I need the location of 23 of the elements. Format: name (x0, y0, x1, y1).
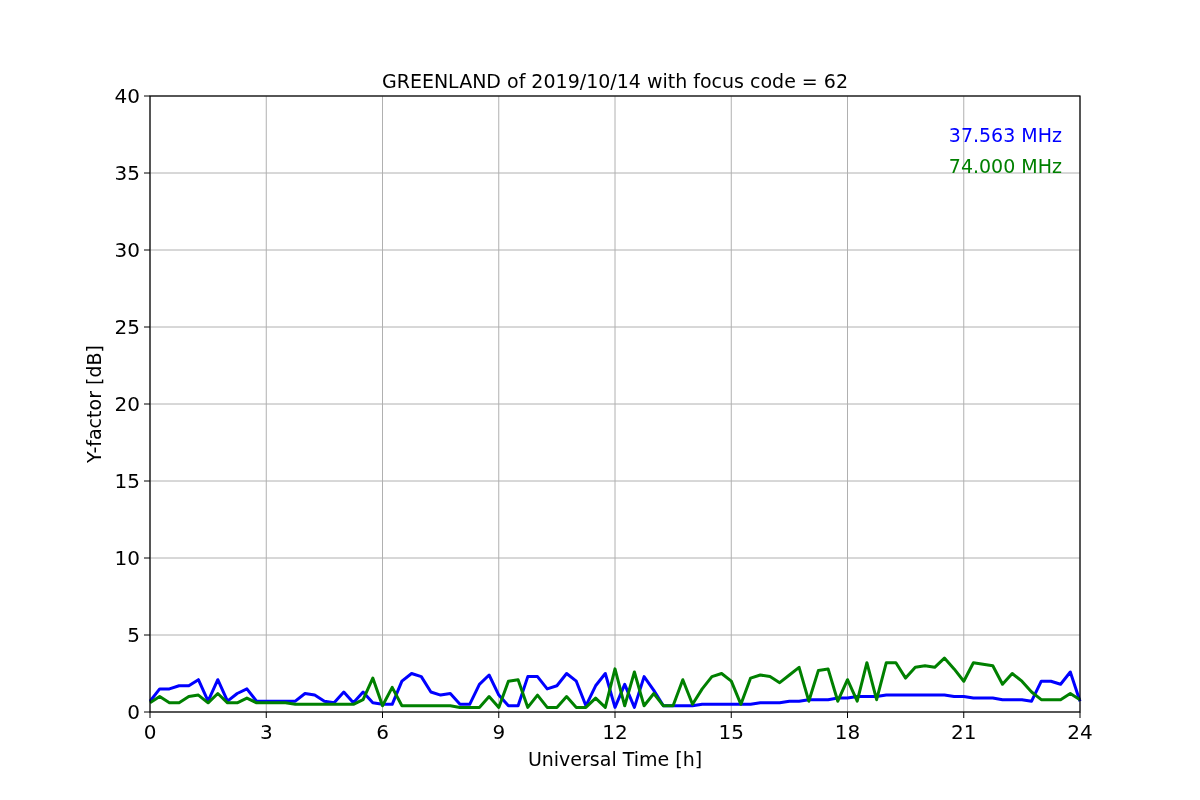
legend-label: 74.000 MHz (948, 155, 1062, 177)
y-tick-label: 30 (114, 238, 140, 262)
y-tick-label: 10 (114, 546, 140, 570)
x-tick-label: 3 (259, 720, 273, 744)
x-tick-label: 6 (376, 720, 389, 744)
y-tick-label: 0 (127, 700, 140, 724)
x-tick-label: 9 (492, 720, 506, 744)
x-tick-label: 0 (143, 720, 157, 744)
y-tick-label: 35 (114, 161, 140, 185)
x-tick-label: 18 (834, 720, 861, 744)
y-tick-label: 20 (114, 392, 140, 416)
chart-title: GREENLAND of 2019/10/14 with focus code = 62 (382, 70, 848, 92)
x-tick-label: 12 (602, 720, 628, 744)
legend-label: 37.563 MHz (948, 124, 1062, 146)
x-tick-label: 24 (1067, 720, 1093, 744)
x-tick-label: 15 (718, 720, 744, 744)
x-tick-label: 21 (951, 720, 977, 744)
x-axis-label: Universal Time [h] (527, 748, 703, 770)
y-tick-label: 40 (114, 84, 140, 108)
y-axis-label: Y-factor [dB] (83, 345, 105, 463)
y-tick-label: 25 (114, 315, 140, 339)
y-tick-label: 15 (114, 469, 140, 493)
y-tick-label: 5 (127, 623, 140, 647)
